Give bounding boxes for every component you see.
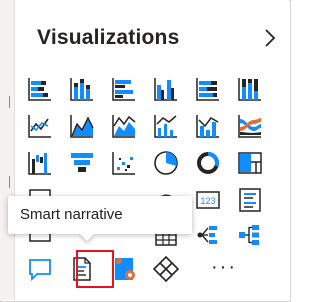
scatter-chart-icon[interactable] <box>107 146 141 180</box>
pie-chart-icon[interactable] <box>149 146 183 180</box>
line-clustered-column-chart-icon[interactable] <box>149 109 183 143</box>
card-icon-text: 123 <box>200 196 215 206</box>
visualizations-pane: Visualizations 123 ··· <box>15 0 289 300</box>
visual-tooltip: Smart narrative <box>8 196 192 242</box>
stacked-area-chart-icon[interactable] <box>107 109 141 143</box>
selected-visual-highlight <box>76 250 114 288</box>
funnel-chart-icon[interactable] <box>65 146 99 180</box>
area-chart-icon[interactable] <box>65 109 99 143</box>
strip-mark <box>9 96 14 108</box>
left-collapsed-strip <box>0 0 15 300</box>
tooltip-text: Smart narrative <box>20 206 123 223</box>
card-icon[interactable]: 123 <box>191 183 225 217</box>
100-stacked-column-chart-icon[interactable] <box>233 72 267 106</box>
qa-icon[interactable] <box>23 252 57 286</box>
multi-row-card-icon[interactable] <box>233 183 267 217</box>
key-influencers-icon[interactable] <box>191 218 225 252</box>
donut-chart-icon[interactable] <box>191 146 225 180</box>
decomposition-tree-icon[interactable] <box>233 218 267 252</box>
power-apps-icon[interactable] <box>149 252 183 286</box>
ribbon-chart-icon[interactable] <box>233 109 267 143</box>
chevron-right-icon[interactable] <box>258 26 282 50</box>
strip-mark <box>9 176 14 188</box>
treemap-icon[interactable] <box>233 146 267 180</box>
clustered-column-chart-icon[interactable] <box>149 72 183 106</box>
more-visuals-icon[interactable]: ··· <box>211 256 237 279</box>
100-stacked-bar-chart-icon[interactable] <box>191 72 225 106</box>
waterfall-chart-icon[interactable] <box>23 146 57 180</box>
stacked-bar-chart-icon[interactable] <box>23 72 57 106</box>
pane-title: Visualizations <box>37 26 180 49</box>
clustered-bar-chart-icon[interactable] <box>107 72 141 106</box>
stacked-column-chart-icon[interactable] <box>65 72 99 106</box>
line-chart-icon[interactable] <box>23 109 57 143</box>
line-stacked-column-chart-icon[interactable] <box>191 109 225 143</box>
